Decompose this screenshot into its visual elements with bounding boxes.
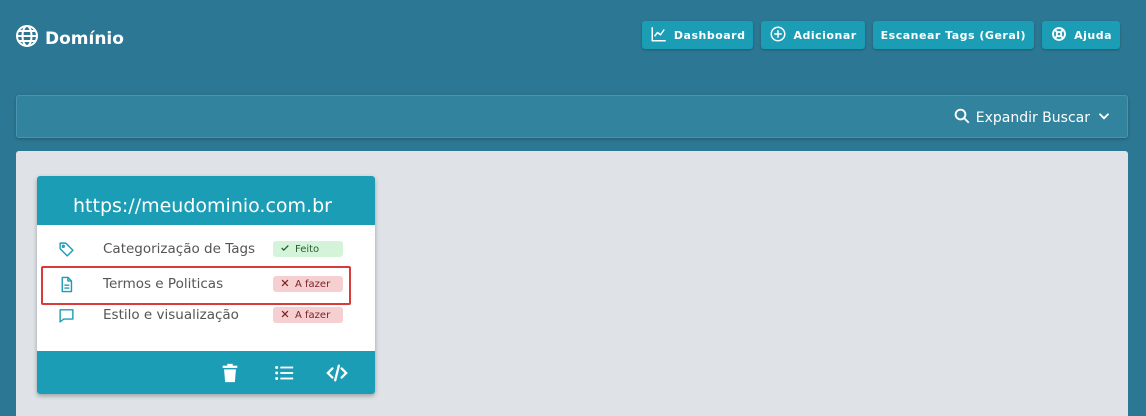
search-icon — [953, 107, 971, 129]
check-icon — [280, 243, 290, 256]
add-button-label: Adicionar — [793, 28, 857, 42]
list-item[interactable]: Estilo e visualização A fazer — [37, 302, 375, 328]
comment-icon — [58, 307, 75, 324]
dashboard-button-label: Dashboard — [673, 28, 746, 42]
help-button[interactable]: Ajuda — [1042, 21, 1120, 49]
list-item[interactable]: Categorização de Tags Feito — [37, 236, 375, 262]
code-icon[interactable] — [326, 362, 348, 384]
expand-search-label: Expandir Buscar — [975, 110, 1090, 126]
globe-icon — [15, 24, 39, 53]
highlight-box — [41, 266, 351, 305]
search-panel: Expandir Buscar — [16, 95, 1128, 138]
close-icon — [280, 309, 290, 322]
list-icon[interactable] — [273, 362, 295, 384]
help-button-label: Ajuda — [1074, 28, 1112, 42]
header-actions: Dashboard Adicionar Escanear Tags (Geral… — [641, 21, 1120, 49]
content-area: https://meudominio.com.br Categorização … — [16, 151, 1128, 416]
expand-search-toggle[interactable]: Expandir Buscar — [953, 107, 1113, 129]
dashboard-button[interactable]: Dashboard — [641, 21, 754, 49]
domain-card: https://meudominio.com.br Categorização … — [37, 176, 375, 394]
trash-icon[interactable] — [219, 362, 241, 384]
status-badge: Feito — [273, 241, 343, 257]
chart-line-icon — [650, 25, 668, 46]
plus-circle-icon — [769, 25, 787, 46]
tag-icon — [58, 241, 75, 258]
card-footer — [37, 351, 375, 394]
status-badge-label: A fazer — [295, 309, 331, 321]
status-badge: A fazer — [273, 307, 343, 323]
brand-title: Domínio — [45, 28, 124, 49]
scan-tags-button[interactable]: Escanear Tags (Geral) — [872, 21, 1035, 49]
lifebuoy-icon — [1050, 25, 1068, 46]
item-label: Categorização de Tags — [103, 241, 256, 257]
add-button[interactable]: Adicionar — [761, 21, 865, 49]
item-label: Estilo e visualização — [103, 307, 239, 323]
scan-tags-button-label: Escanear Tags (Geral) — [880, 28, 1027, 42]
card-header: https://meudominio.com.br — [37, 176, 375, 225]
chevron-down-icon — [1095, 107, 1113, 129]
status-badge-label: Feito — [295, 243, 320, 255]
domain-url[interactable]: https://meudominio.com.br — [73, 195, 332, 217]
brand[interactable]: Domínio — [15, 24, 124, 53]
